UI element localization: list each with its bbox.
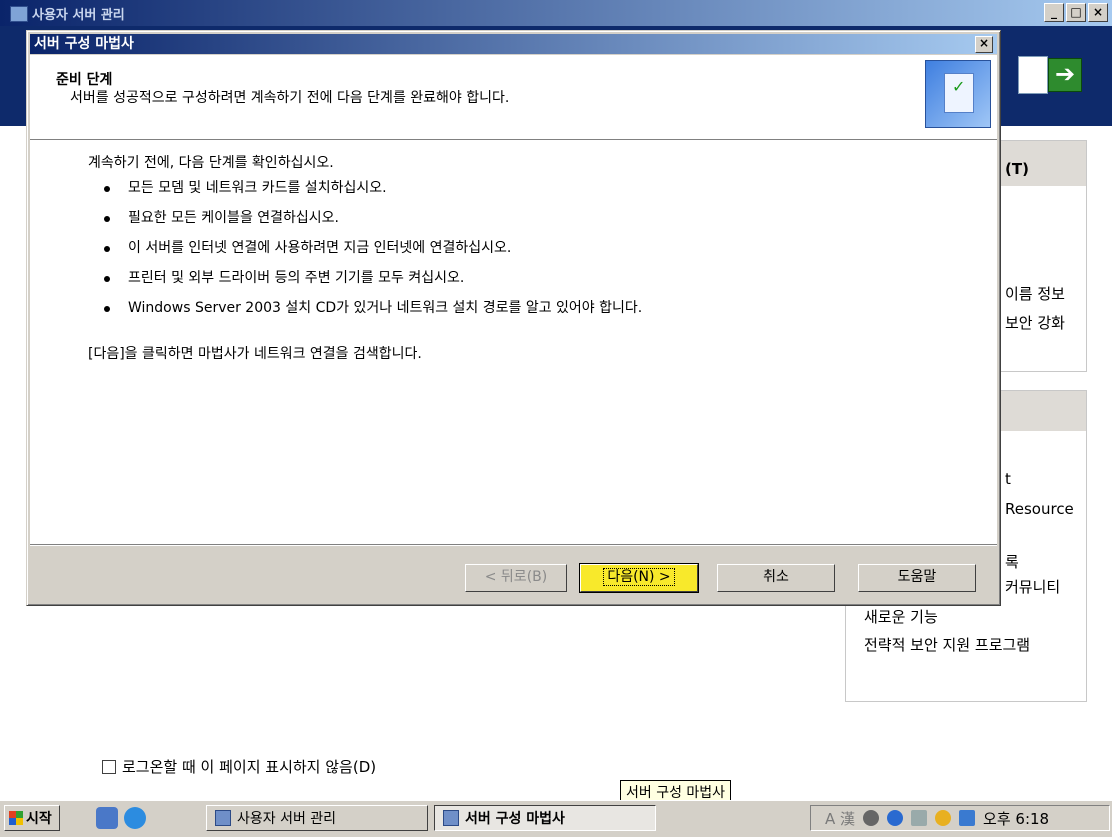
desktop-icon[interactable] [96,807,118,829]
start-button[interactable]: 시작 [4,805,60,831]
panel-link[interactable]: t [1005,470,1011,488]
internet-explorer-icon[interactable] [124,807,146,829]
server-manager-icon [10,6,28,22]
panel-link[interactable]: 커뮤니티 [1005,576,1060,597]
closing-text: [다음]을 클릭하면 마법사가 네트워크 연결을 검색합니다. [88,346,422,362]
wizard-icon [443,810,459,826]
wizard-checklist-icon: ✓ [925,60,991,128]
window-controls: _ □ × [1044,3,1108,22]
start-label: 시작 [26,811,52,827]
task-server-manager[interactable]: 사용자 서버 관리 [206,805,428,831]
checklist: 모든 모뎀 및 네트워크 카드를 설치하십시오. 필요한 모든 케이블을 연결하… [104,178,642,328]
startup-checkbox[interactable] [102,759,116,774]
panel-link[interactable]: 이름 정보 [1005,283,1065,304]
arrow-right-icon[interactable]: ➔ [1048,58,1082,92]
windows-logo-icon [9,811,23,825]
intro-text: 계속하기 전에, 다음 단계를 확인하십시오. [88,155,334,171]
next-button-label: 다음(N) > [603,568,675,586]
search-input[interactable] [1018,56,1048,94]
help-icon[interactable] [887,810,904,826]
panel-link[interactable]: 록 [1005,551,1019,572]
close-icon[interactable]: × [975,36,993,53]
security-shield-icon[interactable] [935,810,952,826]
next-button[interactable]: 다음(N) > [579,563,699,593]
maximize-button[interactable]: □ [1066,3,1086,22]
task-label: 서버 구성 마법사 [465,811,565,827]
taskbar: 시작 사용자 서버 관리 서버 구성 마법사 A 漢 오후 6:18 [0,800,1112,837]
tools-panel-heading: (T) [1005,160,1029,178]
back-button[interactable]: < 뒤로(B) [465,564,567,592]
dialog-titlebar: 서버 구성 마법사 × [30,34,997,54]
task-config-wizard[interactable]: 서버 구성 마법사 [434,805,656,831]
dialog-header: 준비 단계 서버를 성공적으로 구성하려면 계속하기 전에 다음 단계를 완료해… [30,55,997,140]
startup-checkbox-label: 로그온할 때 이 페이지 표시하지 않음(D) [122,758,377,776]
checklist-item: 이 서버를 인터넷 연결에 사용하려면 지금 인터넷에 연결하십시오. [104,238,642,268]
step-subtitle: 서버를 성공적으로 구성하려면 계속하기 전에 다음 단계를 완료해야 합니다. [70,90,510,106]
dialog-title: 서버 구성 마법사 [34,36,134,52]
dialog-body: 계속하기 전에, 다음 단계를 확인하십시오. 모든 모뎀 및 네트워크 카드를… [30,140,997,545]
ime-indicator[interactable]: A 漢 [825,808,855,829]
background-window-titlebar: 사용자 서버 관리 _ □ × [0,0,1112,26]
server-manager-icon [215,810,231,826]
checklist-item: 모든 모뎀 및 네트워크 카드를 설치하십시오. [104,178,642,208]
step-title: 준비 단계 [56,72,113,88]
checklist-item: 필요한 모든 케이블을 연결하십시오. [104,208,642,238]
minimize-button[interactable]: _ [1044,3,1064,22]
checklist-item: Windows Server 2003 설치 CD가 있거나 네트워크 설치 경… [104,298,642,328]
help-button[interactable]: 도움말 [858,564,976,592]
close-button[interactable]: × [1088,3,1108,22]
checklist-item: 프린터 및 외부 드라이버 등의 주변 기기를 모두 켜십시오. [104,268,642,298]
server-config-wizard-dialog: 서버 구성 마법사 × 준비 단계 서버를 성공적으로 구성하려면 계속하기 전… [26,30,1001,606]
divider [30,545,997,546]
cancel-button[interactable]: 취소 [717,564,835,592]
clock: 오후 6:18 [983,809,1050,828]
system-tray: A 漢 오후 6:18 [810,805,1110,831]
panel-link[interactable]: 전략적 보안 지원 프로그램 [864,634,1030,655]
startup-checkbox-row[interactable]: 로그온할 때 이 페이지 표시하지 않음(D) [102,756,376,777]
ime-tools-icon[interactable] [863,810,880,826]
task-label: 사용자 서버 관리 [237,811,337,827]
background-window-title: 사용자 서버 관리 [32,8,125,23]
display-icon[interactable] [959,810,976,826]
network-icon[interactable] [911,810,928,826]
panel-link[interactable]: 보안 강화 [1005,312,1065,333]
panel-link[interactable]: Resource [1005,500,1074,518]
panel-link[interactable]: 새로운 기능 [864,606,938,627]
